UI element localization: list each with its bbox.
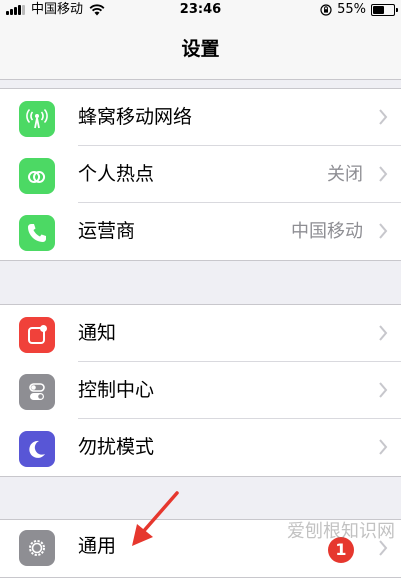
settings-row-carrier[interactable]: 运营商 中国移动: [0, 203, 401, 260]
row-label: 通用: [78, 535, 117, 557]
moon-icon: [19, 431, 55, 467]
row-value: 中国移动: [291, 221, 363, 242]
watermark: 爱刨根知识网: [287, 521, 395, 542]
settings-row-notifications[interactable]: 通知: [0, 305, 401, 362]
chevron-right-icon: [379, 223, 388, 239]
row-value: 关闭: [327, 164, 363, 185]
row-label: 控制中心: [78, 379, 155, 401]
status-bar: 中国移动 23:46 55%: [0, 0, 401, 20]
cellular-icon: [19, 101, 55, 137]
chevron-right-icon: [379, 382, 388, 398]
page-title: 设置: [181, 38, 220, 60]
row-label: 勿扰模式: [78, 436, 155, 458]
status-bar-right: 55%: [320, 0, 398, 20]
settings-row-control-center[interactable]: 控制中心: [0, 362, 401, 419]
battery-percent: 55%: [337, 2, 366, 17]
row-label: 运营商: [78, 220, 136, 242]
chevron-right-icon: [379, 166, 388, 182]
settings-row-do-not-disturb[interactable]: 勿扰模式: [0, 419, 401, 476]
rotation-lock-icon: [320, 4, 332, 16]
chevron-right-icon: [379, 109, 388, 125]
chevron-right-icon: [379, 439, 388, 455]
hotspot-icon: [19, 158, 55, 194]
row-label: 通知: [78, 322, 117, 344]
chevron-right-icon: [379, 325, 388, 341]
battery-icon: [371, 4, 398, 16]
phone-icon: [19, 215, 55, 251]
notifications-icon: [19, 317, 55, 353]
control-center-icon: [19, 374, 55, 410]
annotation-arrow-icon: [132, 491, 179, 546]
settings-row-hotspot[interactable]: 个人热点 关闭: [0, 146, 401, 203]
navigation-bar: 设置: [0, 20, 401, 80]
settings-row-cellular[interactable]: 蜂窝移动网络: [0, 89, 401, 146]
settings-group-notifications: 通知 控制中心 勿扰模式: [0, 304, 401, 477]
row-label: 蜂窝移动网络: [78, 106, 193, 128]
gear-icon: [19, 530, 55, 566]
settings-group-connectivity: 蜂窝移动网络 个人热点 关闭 运营商 中国移动: [0, 88, 401, 261]
row-label: 个人热点: [78, 163, 155, 185]
